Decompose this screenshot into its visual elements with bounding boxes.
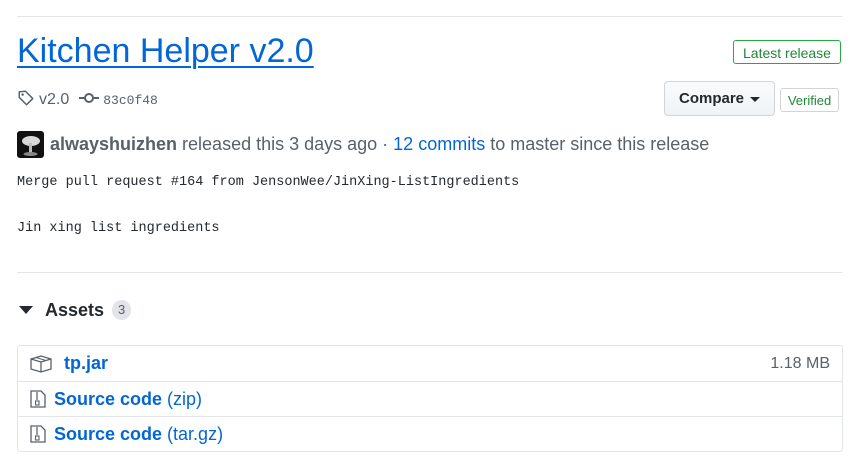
released-text: released this 3 days ago ·	[182, 133, 389, 154]
commits-tail-text: to master since this release	[490, 133, 710, 154]
package-icon	[30, 354, 52, 373]
asset-link-tp-jar[interactable]: tp.jar	[64, 353, 108, 374]
commit-sha[interactable]: 83c0f48	[103, 93, 158, 108]
assets-toggle[interactable]: Assets 3	[17, 298, 132, 322]
release-note-line-1: Merge pull request #164 from JensonWee/J…	[17, 175, 520, 190]
tag-label[interactable]: v2.0	[39, 91, 69, 109]
commits-link[interactable]: 12 commits	[393, 134, 485, 155]
asset-row: tp.jar 1.18 MB	[18, 346, 842, 381]
release-title[interactable]: Kitchen Helper v2.0	[17, 32, 314, 71]
asset-suffix-targz[interactable]: (tar.gz)	[167, 424, 223, 445]
asset-row: Source code (zip)	[18, 381, 842, 416]
release-meta: v2.0 83c0f48	[17, 90, 158, 110]
file-zip-icon	[30, 425, 46, 443]
compare-button[interactable]: Compare	[664, 81, 775, 116]
assets-divider	[17, 272, 842, 273]
assets-count: 3	[112, 300, 132, 320]
asset-link-source-targz[interactable]: Source code	[54, 424, 162, 445]
author-name[interactable]: alwayshuizhen	[50, 134, 177, 155]
caret-down-icon	[750, 97, 761, 102]
avatar[interactable]	[17, 130, 44, 158]
release-note-line-2: Jin xing list ingredients	[17, 221, 220, 236]
triangle-down-icon	[19, 306, 33, 314]
asset-link-source-zip[interactable]: Source code	[54, 389, 162, 410]
top-divider	[17, 16, 842, 17]
assets-list: tp.jar 1.18 MB Source code (zip) Source …	[17, 345, 843, 452]
git-commit-icon	[79, 91, 100, 110]
verified-badge[interactable]: Verified	[780, 88, 839, 112]
latest-release-badge: Latest release	[733, 40, 841, 64]
asset-suffix-zip[interactable]: (zip)	[167, 389, 202, 410]
file-zip-icon	[30, 390, 46, 408]
release-byline: alwayshuizhen released this 3 days ago ·…	[17, 130, 710, 158]
tag-icon	[17, 89, 35, 112]
assets-heading: Assets	[45, 299, 105, 320]
asset-size: 1.18 MB	[770, 354, 830, 372]
compare-label: Compare	[678, 90, 745, 107]
asset-row: Source code (tar.gz)	[18, 416, 842, 451]
